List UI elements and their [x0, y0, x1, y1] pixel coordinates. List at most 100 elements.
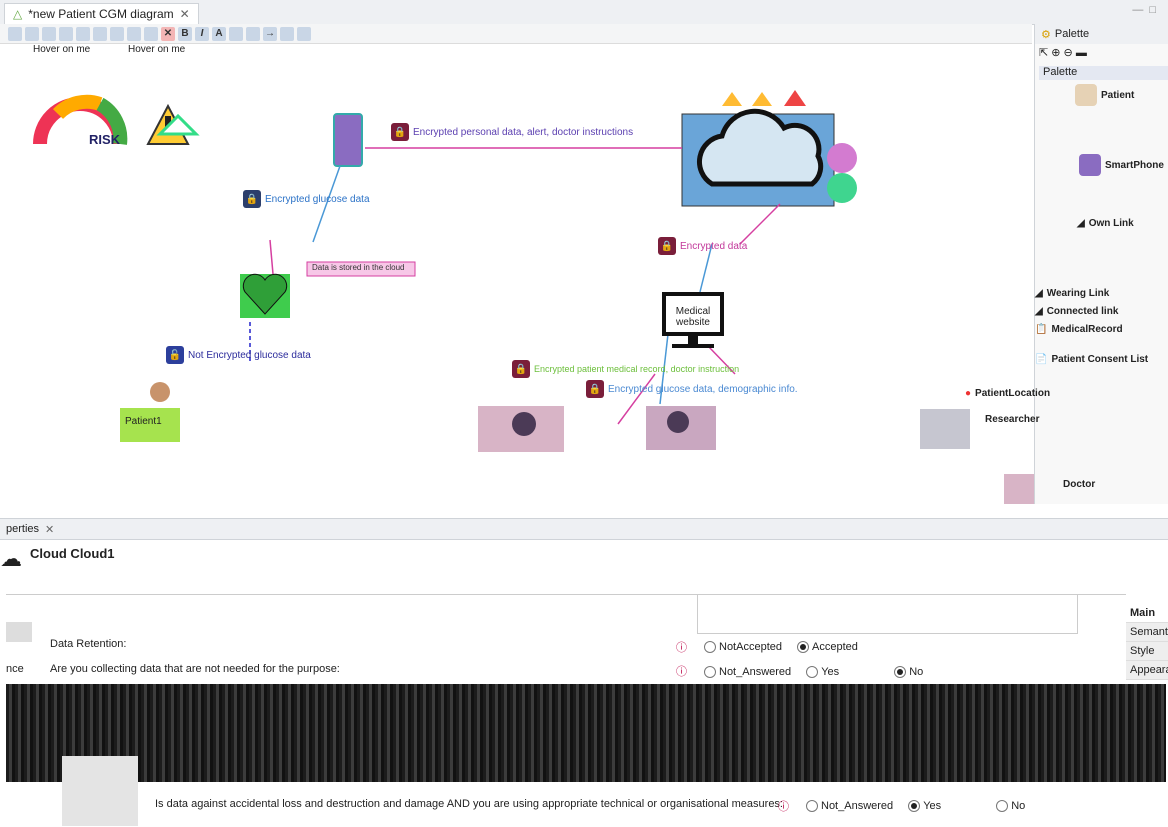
- cloud-icon: ☁: [0, 546, 22, 571]
- radio-button[interactable]: [806, 800, 818, 812]
- risk-label: RISK: [89, 132, 121, 147]
- diagram-canvas[interactable]: Hover on me Hover on me RISK 🔒 Encrypted…: [0, 44, 1034, 504]
- description-textarea[interactable]: [697, 594, 1078, 634]
- radio-not-answered[interactable]: Not_Answered: [806, 800, 893, 812]
- palette-item-connected-link[interactable]: ◢ Connected link: [1035, 306, 1118, 317]
- palette-item-own-link[interactable]: ◢ Own Link: [1077, 218, 1134, 229]
- line-style-icon[interactable]: →: [263, 26, 277, 41]
- close-icon[interactable]: ✕: [180, 7, 190, 21]
- properties-element-title: Cloud Cloud1: [30, 546, 115, 561]
- export-icon[interactable]: [297, 26, 311, 41]
- edge-label-encrypted-record[interactable]: 🔒 Encrypted patient medical record, doct…: [512, 360, 739, 378]
- palette-icon: ⚙: [1041, 28, 1051, 41]
- editor-tab-title: *new Patient CGM diagram: [28, 7, 174, 21]
- line-color-icon[interactable]: [246, 26, 260, 41]
- radio-button[interactable]: [704, 641, 716, 653]
- delete-icon[interactable]: ✕: [161, 26, 175, 41]
- tab-appearance[interactable]: Appearance: [1126, 661, 1168, 680]
- palette-item-patient[interactable]: Patient: [1075, 84, 1134, 106]
- arrange-icon[interactable]: [25, 26, 39, 41]
- tab-style[interactable]: Style: [1126, 642, 1168, 661]
- palette-item-wearing-link[interactable]: ◢ Wearing Link: [1035, 288, 1109, 299]
- radio-button[interactable]: [806, 666, 819, 678]
- patient-icon: [1075, 84, 1097, 106]
- palette-header: ⚙ Palette: [1035, 24, 1168, 44]
- fill-color-icon[interactable]: [229, 26, 243, 41]
- cloud-storage-note[interactable]: Data is stored in the cloud: [312, 263, 405, 272]
- tab-main[interactable]: Main: [1126, 604, 1168, 623]
- pin-icon[interactable]: [127, 26, 141, 41]
- palette-section-header[interactable]: Palette: [1039, 66, 1168, 80]
- palette-item-researcher[interactable]: Researcher: [985, 414, 1039, 425]
- radio-label: Yes: [821, 666, 840, 678]
- edge-label-encrypted-personal[interactable]: 🔒 Encrypted personal data, alert, doctor…: [391, 123, 633, 141]
- properties-tab[interactable]: perties: [6, 523, 39, 535]
- edge-label-not-encrypted[interactable]: 🔓 Not Encrypted glucose data: [166, 346, 311, 364]
- radio-label: Not_Answered: [821, 800, 894, 812]
- unlock-icon: 🔓: [166, 346, 184, 364]
- bold-icon[interactable]: B: [178, 26, 192, 41]
- edge-label-text: Encrypted patient medical record, doctor…: [534, 364, 740, 374]
- zoom-icon[interactable]: [280, 26, 294, 41]
- palette-item-medical-record[interactable]: 📋 MedicalRecord: [1035, 324, 1123, 335]
- question-accidental-loss-options: Not_Answered Yes No: [806, 800, 1037, 815]
- filter-icon[interactable]: [144, 26, 158, 41]
- palette-title: Palette: [1054, 28, 1090, 40]
- close-icon[interactable]: ✕: [45, 523, 54, 536]
- palette-item-label: PatientLocation: [975, 388, 1051, 399]
- radio-label: No: [909, 666, 924, 678]
- font-color-icon[interactable]: A: [212, 26, 226, 41]
- radio-no[interactable]: No: [996, 800, 1025, 812]
- left-label: nce: [6, 663, 24, 675]
- help-icon[interactable]: ⓘ: [676, 663, 687, 679]
- tab-semantic[interactable]: Semantic: [1126, 623, 1168, 642]
- copy-format-icon[interactable]: [76, 26, 90, 41]
- radio-yes[interactable]: Yes: [908, 800, 941, 812]
- italic-icon[interactable]: I: [195, 26, 209, 41]
- edge-label-text: Encrypted glucose data: [265, 193, 370, 205]
- radio-label: Yes: [923, 800, 942, 812]
- distribute-icon[interactable]: [59, 26, 73, 41]
- palette-item-patient-location[interactable]: ● PatientLocation: [965, 388, 1050, 399]
- location-icon: ●: [965, 388, 972, 399]
- radio-label: Not_Answered: [719, 666, 792, 678]
- radio-yes[interactable]: Yes: [806, 666, 839, 678]
- section-toggle[interactable]: [62, 756, 138, 826]
- radio-button[interactable]: [908, 800, 921, 812]
- radio-label: NotAccepted: [719, 641, 782, 653]
- palette-item-smartphone[interactable]: SmartPhone: [1079, 154, 1164, 176]
- data-retention-options: NotAccepted Accepted: [704, 641, 870, 656]
- help-icon[interactable]: ⓘ: [778, 798, 789, 814]
- palette-tools[interactable]: ⇱ ⊕ ⊖ ▬: [1039, 46, 1087, 59]
- question-unneeded-data-options: Not_Answered Yes No: [704, 666, 935, 681]
- lock-icon: 🔒: [243, 190, 261, 208]
- radio-notaccepted[interactable]: NotAccepted: [704, 641, 782, 653]
- question-unneeded-data: Are you collecting data that are not nee…: [50, 663, 340, 675]
- palette-item-consent-list[interactable]: 📄 Patient Consent List: [1035, 354, 1165, 365]
- palette-item-doctor[interactable]: Doctor: [1063, 479, 1095, 490]
- radio-button[interactable]: [704, 666, 716, 678]
- diagram-graphics: [33, 90, 1034, 504]
- radio-button[interactable]: [797, 641, 810, 653]
- radio-not-answered[interactable]: Not_Answered: [704, 666, 791, 678]
- edge-label-encrypted-demo[interactable]: 🔒 Encrypted glucose data, demographic in…: [586, 380, 798, 398]
- radio-label: No: [1011, 800, 1026, 812]
- edge-label-encrypted-data[interactable]: 🔒 Encrypted data: [658, 237, 747, 255]
- align-icon[interactable]: [42, 26, 56, 41]
- radio-no[interactable]: No: [894, 666, 923, 678]
- layer-icon[interactable]: [110, 26, 124, 41]
- select-tool-icon[interactable]: [8, 26, 22, 41]
- radio-accepted[interactable]: Accepted: [797, 641, 858, 653]
- editor-tab-bar: △ *new Patient CGM diagram ✕ —□: [0, 0, 1168, 25]
- section-toggle[interactable]: [6, 622, 32, 642]
- radio-button[interactable]: [894, 666, 907, 678]
- window-controls[interactable]: —□: [1132, 4, 1162, 16]
- palette-item-label: Wearing Link: [1046, 288, 1110, 299]
- link-icon: ◢: [1035, 306, 1043, 317]
- garbled-render-region: [6, 684, 1166, 782]
- edge-label-encrypted-glucose[interactable]: 🔒 Encrypted glucose data: [243, 190, 370, 208]
- paste-format-icon[interactable]: [93, 26, 107, 41]
- help-icon[interactable]: ⓘ: [676, 639, 687, 655]
- editor-tab[interactable]: △ *new Patient CGM diagram ✕: [4, 3, 199, 24]
- radio-button[interactable]: [996, 800, 1009, 812]
